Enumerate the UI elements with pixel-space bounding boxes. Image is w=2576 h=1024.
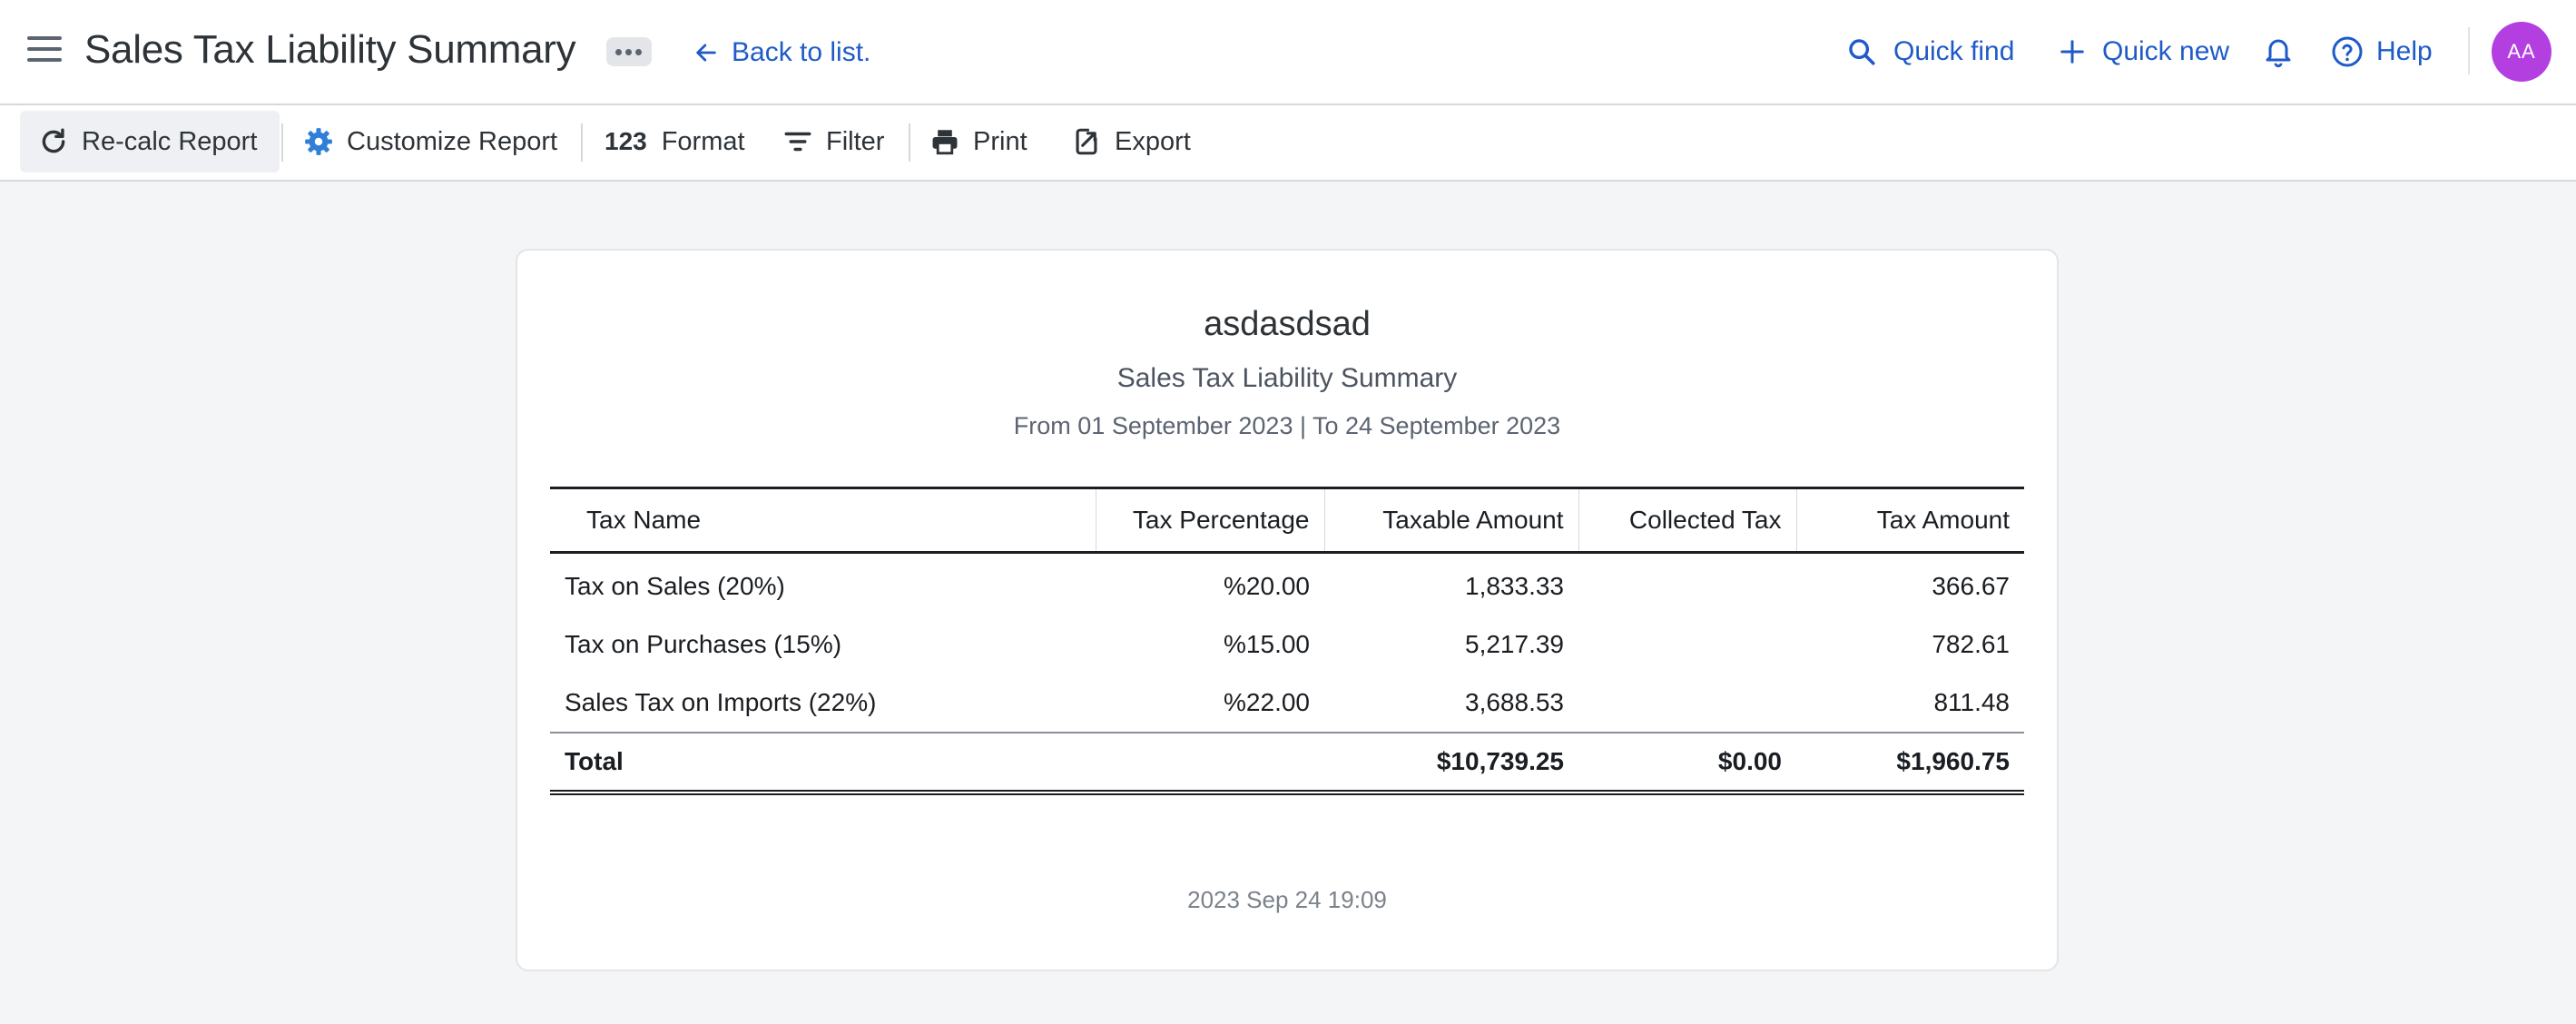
filter-icon: [784, 132, 811, 152]
tax-amount-cell: 366.67: [1932, 572, 2010, 600]
toolbar-divider: [909, 123, 910, 162]
total-taxable-amount: $10,739.25: [1324, 732, 1578, 795]
tax-percentage-cell: %15.00: [1224, 630, 1310, 658]
help-circle-icon: [2332, 36, 2363, 67]
report-toolbar: Re-calc Report Customize Report 123 Form…: [0, 105, 2576, 182]
quick-new-button[interactable]: Quick new: [2059, 33, 2229, 71]
report-title: Sales Tax Liability Summary: [1116, 363, 1458, 393]
collected-tax-cell: [1578, 615, 1796, 674]
app-header: Sales Tax Liability Summary Back to list…: [0, 0, 2576, 105]
printer-icon: [932, 130, 958, 155]
refresh-icon: [42, 128, 65, 153]
taxable-amount-cell: 3,688.53: [1465, 688, 1564, 716]
quick-find-label: Quick find: [1893, 36, 2015, 66]
customize-report-label: Customize Report: [347, 126, 558, 156]
table-row[interactable]: Sales Tax on Imports (22%) %22.00 3,688.…: [550, 674, 2024, 733]
toolbar-divider: [281, 123, 283, 162]
recalc-report-label: Re-calc Report: [82, 126, 258, 156]
column-header-taxable-amount[interactable]: Taxable Amount: [1323, 487, 1578, 554]
help-label: Help: [2376, 36, 2433, 66]
toolbar-divider: [581, 123, 583, 162]
notifications-bell-icon[interactable]: [2262, 34, 2295, 74]
collected-tax-cell: [1578, 674, 1796, 733]
column-header-tax-name[interactable]: Tax Name: [550, 487, 1096, 554]
back-to-list-link[interactable]: Back to list.: [693, 34, 870, 71]
arrow-left-icon: [696, 44, 716, 62]
report-card: asdasdsad Sales Tax Liability Summary Fr…: [516, 249, 2059, 971]
report-generated-timestamp: 2023 Sep 24 19:09: [1187, 886, 1387, 913]
column-header-tax-amount[interactable]: Tax Amount: [1795, 487, 2024, 554]
print-label: Print: [973, 126, 1027, 156]
quick-new-label: Quick new: [2102, 36, 2230, 66]
filter-button[interactable]: Filter: [782, 111, 884, 172]
collected-tax-cell: [1578, 553, 1796, 616]
tax-liability-table: Tax Name Tax Percentage Taxable Amount C…: [550, 487, 2024, 795]
total-label: Total: [550, 732, 1096, 795]
total-collected-tax: $0.00: [1578, 732, 1796, 795]
search-icon: [1849, 39, 1875, 65]
tax-name-cell: Tax on Sales (20%): [565, 572, 785, 600]
gear-icon: [305, 128, 332, 155]
table-row[interactable]: Tax on Purchases (15%) %15.00 5,217.39 7…: [550, 615, 2024, 674]
export-icon: [1076, 128, 1097, 155]
tax-name-cell: Sales Tax on Imports (22%): [565, 688, 877, 716]
tax-amount-cell: 782.61: [1932, 630, 2010, 658]
tax-amount-cell: 811.48: [1933, 688, 2010, 716]
table-header-row: Tax Name Tax Percentage Taxable Amount C…: [550, 487, 2024, 554]
export-button[interactable]: Export: [1071, 111, 1191, 172]
recalc-report-button[interactable]: Re-calc Report: [20, 111, 280, 172]
plus-icon: [2060, 40, 2084, 64]
menu-icon[interactable]: [27, 36, 62, 69]
format-button[interactable]: 123 Format: [605, 111, 745, 172]
column-header-tax-percentage[interactable]: Tax Percentage: [1095, 487, 1324, 554]
back-to-list-label: Back to list.: [732, 37, 871, 67]
tax-percentage-cell: %22.00: [1224, 688, 1310, 716]
tax-name-cell: Tax on Purchases (15%): [565, 630, 842, 658]
quick-find-button[interactable]: Quick find: [1846, 33, 2014, 71]
taxable-amount-cell: 1,833.33: [1465, 572, 1564, 600]
customize-report-button[interactable]: Customize Report: [303, 111, 557, 172]
more-options-button[interactable]: [606, 37, 652, 66]
total-tax-amount: $1,960.75: [1796, 732, 2024, 795]
column-header-collected-tax[interactable]: Collected Tax: [1578, 487, 1796, 554]
page-title: Sales Tax Liability Summary: [84, 27, 576, 72]
number-format-icon: 123: [605, 127, 647, 155]
filter-label: Filter: [826, 126, 885, 156]
print-button[interactable]: Print: [929, 111, 1027, 172]
table-row[interactable]: Tax on Sales (20%) %20.00 1,833.33 366.6…: [550, 553, 2024, 616]
total-row: Total $10,739.25 $0.00 $1,960.75: [550, 732, 2024, 795]
report-date-range: From 01 September 2023 | To 24 September…: [1013, 412, 1561, 439]
user-avatar[interactable]: AA: [2492, 22, 2551, 82]
format-label: Format: [661, 126, 745, 156]
help-button[interactable]: Help: [2331, 33, 2433, 71]
export-label: Export: [1115, 126, 1191, 156]
header-divider: [2468, 27, 2470, 74]
total-percentage-cell: [1096, 732, 1324, 795]
company-name: asdasdsad: [1204, 305, 1371, 343]
tax-percentage-cell: %20.00: [1224, 572, 1310, 600]
taxable-amount-cell: 5,217.39: [1465, 630, 1564, 658]
